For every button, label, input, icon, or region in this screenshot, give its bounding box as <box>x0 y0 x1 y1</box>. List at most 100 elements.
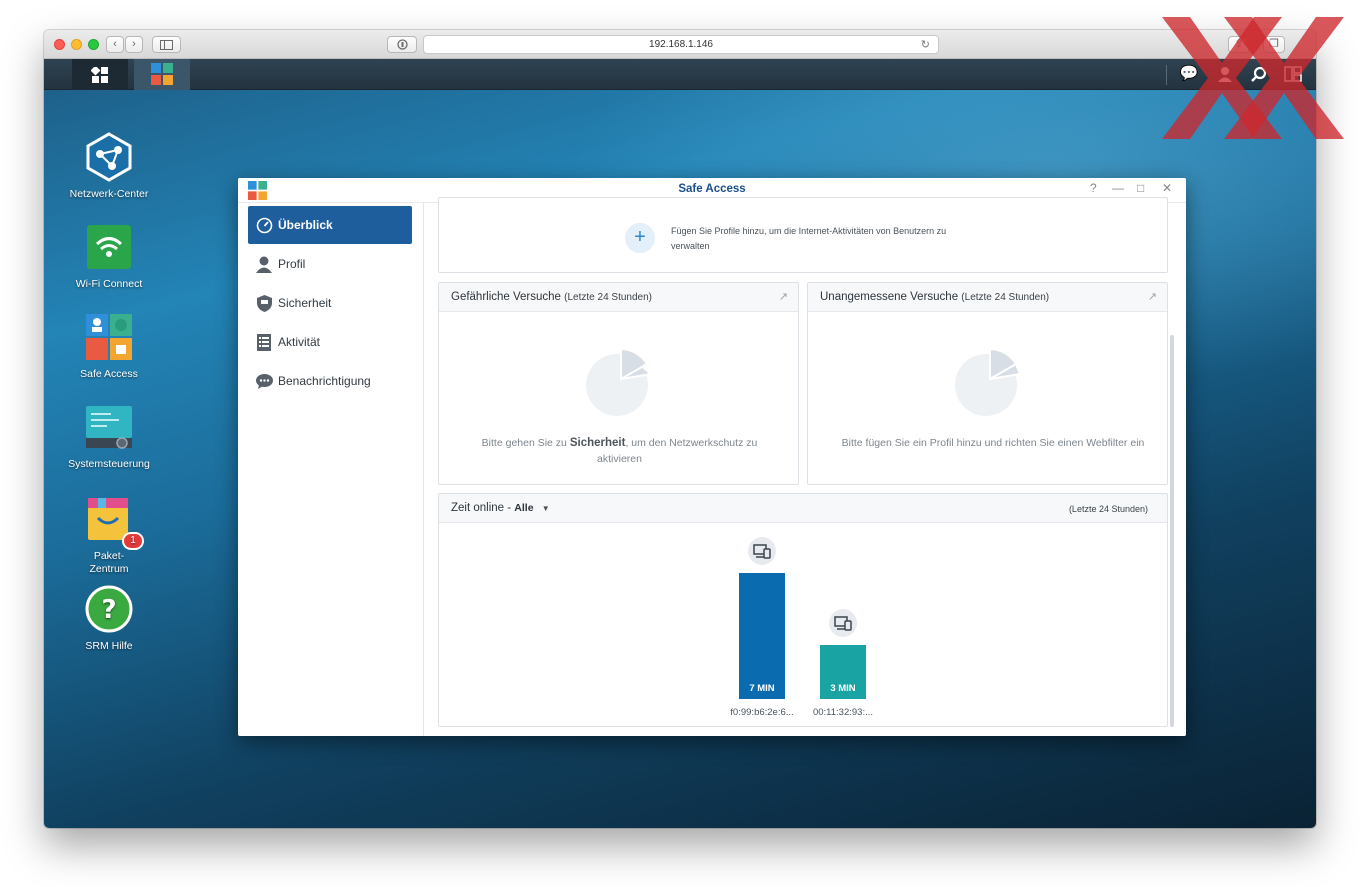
browser-titlebar: ‹ › 192.168.1.146 ↻ ⇪ ❐ <box>44 30 1316 59</box>
card-period: (Letzte 24 Stunden) <box>1068 504 1148 514</box>
desktop-icon-label: Systemsteuerung <box>68 458 150 470</box>
minimize-window-button[interactable] <box>71 39 82 50</box>
shield-icon <box>255 294 273 312</box>
sidebar-toggle-button[interactable] <box>152 36 181 53</box>
add-profile-text: Fügen Sie Profile hinzu, um die Internet… <box>671 224 946 254</box>
card-title: Zeit online - Alle ▼ <box>451 502 550 514</box>
inappropriate-attempts-card: Unangemessene Versuche (Letzte 24 Stunde… <box>807 282 1168 485</box>
desktop-icon-srm-hilfe[interactable]: ? SRM Hilfe <box>49 584 169 653</box>
sidebar-item-label: Aktivität <box>278 335 321 349</box>
sidebar: Überblick Profil Sicherheit Aktivität Be… <box>238 203 424 736</box>
sidebar-item-benachrichtigung[interactable]: Benachrichtigung <box>248 362 412 400</box>
forward-button[interactable]: › <box>125 36 143 53</box>
wifi-icon <box>84 222 134 272</box>
user-icon <box>255 255 273 273</box>
desktop-icon-wifi-connect[interactable]: Wi-Fi Connect <box>49 222 169 291</box>
desktop-icon-label: SRM Hilfe <box>85 640 133 652</box>
window-title: Safe Access <box>678 183 746 195</box>
update-badge: 1 <box>122 532 144 550</box>
card-title-text: Unangemessene Versuche <box>820 291 959 303</box>
card-title-text: Zeit online - <box>451 502 515 514</box>
device-icon <box>748 537 776 565</box>
sidebar-item-label: Überblick <box>278 218 333 232</box>
content-scrollbar[interactable] <box>1170 335 1174 727</box>
bar-1[interactable]: 3 MIN <box>820 645 866 699</box>
sidebar-item-sicherheit[interactable]: Sicherheit <box>248 284 412 322</box>
help-icon: ? <box>84 584 134 634</box>
bar-0[interactable]: 7 MIN <box>739 573 785 699</box>
taskbar-safe-access-button[interactable] <box>134 59 190 90</box>
device-filter-dropdown[interactable]: Alle <box>514 502 533 514</box>
gauge-icon <box>255 216 273 234</box>
minimize-button[interactable]: — <box>1112 181 1124 195</box>
safe-access-icon <box>151 63 173 85</box>
card-header: Zeit online - Alle ▼ (Letzte 24 Stunden) <box>439 494 1167 523</box>
chevron-down-icon[interactable]: ▼ <box>542 504 550 513</box>
empty-pie-icon <box>955 347 1022 416</box>
desktop-icon-label: Wi-Fi Connect <box>75 278 143 290</box>
xx-watermark-logo <box>1162 17 1344 139</box>
maximize-button[interactable]: □ <box>1137 181 1144 195</box>
sidebar-item-label: Benachrichtigung <box>278 374 371 388</box>
help-button[interactable]: ? <box>1090 181 1097 195</box>
card-title: Gefährliche Versuche (Letzte 24 Stunden) <box>451 291 652 303</box>
card-title: Unangemessene Versuche (Letzte 24 Stunde… <box>820 291 1049 303</box>
expand-icon[interactable]: ↗ <box>1148 290 1157 303</box>
desktop-icon-label: Zentrum <box>89 563 129 575</box>
empty-pie-icon <box>586 346 654 416</box>
close-button[interactable]: ✕ <box>1162 181 1172 195</box>
desktop-icon-systemsteuerung[interactable]: Systemsteuerung <box>49 402 169 471</box>
device-icon <box>829 609 857 637</box>
desktop-icon-paket-zentrum[interactable]: 1 Paket- Zentrum <box>49 494 169 576</box>
main-menu-button[interactable] <box>72 59 128 90</box>
network-center-icon <box>84 132 134 182</box>
sidebar-item-label: Profil <box>278 257 306 271</box>
device-mac-label: f0:99:b6:2e:6... <box>730 707 794 718</box>
add-profile-line2: verwalten <box>671 241 710 251</box>
card-header: Unangemessene Versuche (Letzte 24 Stunde… <box>808 283 1167 312</box>
sidebar-item-profil[interactable]: Profil <box>248 245 412 283</box>
url-text: 192.168.1.146 <box>649 39 713 50</box>
fullscreen-window-button[interactable] <box>88 39 99 50</box>
card-header: Gefährliche Versuche (Letzte 24 Stunden)… <box>439 283 798 312</box>
msg-text: aktivieren <box>597 453 642 465</box>
add-profile-button[interactable]: + <box>625 223 655 253</box>
grid-menu-icon <box>91 67 108 83</box>
safe-access-icon <box>84 312 134 362</box>
privacy-report-button[interactable] <box>387 36 417 53</box>
sidebar-item-ueberblick[interactable]: Überblick <box>248 206 412 244</box>
sidebar-item-aktivitaet[interactable]: Aktivität <box>248 323 412 361</box>
chat-icon <box>255 372 273 390</box>
card-period: (Letzte 24 Stunden) <box>961 292 1050 303</box>
shield-privacy-icon <box>396 39 408 50</box>
add-profile-card: + Fügen Sie Profile hinzu, um die Intern… <box>438 197 1168 273</box>
safe-access-window: Safe Access ? — □ ✕ Überblick Profil Sic… <box>238 178 1186 736</box>
online-time-chart: 7 MIN f0:99:b6:2e:6... 3 MIN 00:11:32:93:..… <box>439 524 1167 726</box>
address-bar[interactable]: 192.168.1.146 ↻ <box>423 35 939 54</box>
overview-content: + Fügen Sie Profile hinzu, um die Intern… <box>425 197 1186 736</box>
desktop-icon-label: Paket- <box>93 550 125 562</box>
sidebar-icon <box>160 40 173 50</box>
card-title-text: Gefährliche Versuche <box>451 291 561 303</box>
svg-text:?: ? <box>101 595 116 625</box>
device-mac-label: 00:11:32:93:... <box>812 707 874 718</box>
desktop-icon-label: Netzwerk-Center <box>69 188 149 200</box>
taskbar: 💬 <box>44 59 1316 90</box>
expand-icon[interactable]: ↗ <box>779 290 788 303</box>
reload-icon[interactable]: ↻ <box>921 36 930 54</box>
close-window-button[interactable] <box>54 39 65 50</box>
bar-value-label: 3 MIN <box>830 683 856 694</box>
security-link[interactable]: Sicherheit <box>570 437 626 449</box>
desktop-icon-label: Safe Access <box>80 368 138 380</box>
list-icon <box>255 333 273 351</box>
inappropriate-empty-message: Bitte fügen Sie ein Profil hinzu und ric… <box>841 437 1145 449</box>
desktop-icon-netzwerk-center[interactable]: Netzwerk-Center <box>49 132 169 201</box>
bar-value-label: 7 MIN <box>749 683 775 694</box>
time-online-card: Zeit online - Alle ▼ (Letzte 24 Stunden)… <box>438 493 1168 727</box>
card-period: (Letzte 24 Stunden) <box>564 292 652 303</box>
control-panel-icon <box>84 402 134 452</box>
desktop-icon-safe-access[interactable]: Safe Access <box>49 312 169 381</box>
add-profile-line1: Fügen Sie Profile hinzu, um die Internet… <box>671 226 947 236</box>
back-button[interactable]: ‹ <box>106 36 124 53</box>
dangerous-empty-message: Bitte gehen Sie zu Sicherheit, um den Ne… <box>449 435 790 467</box>
